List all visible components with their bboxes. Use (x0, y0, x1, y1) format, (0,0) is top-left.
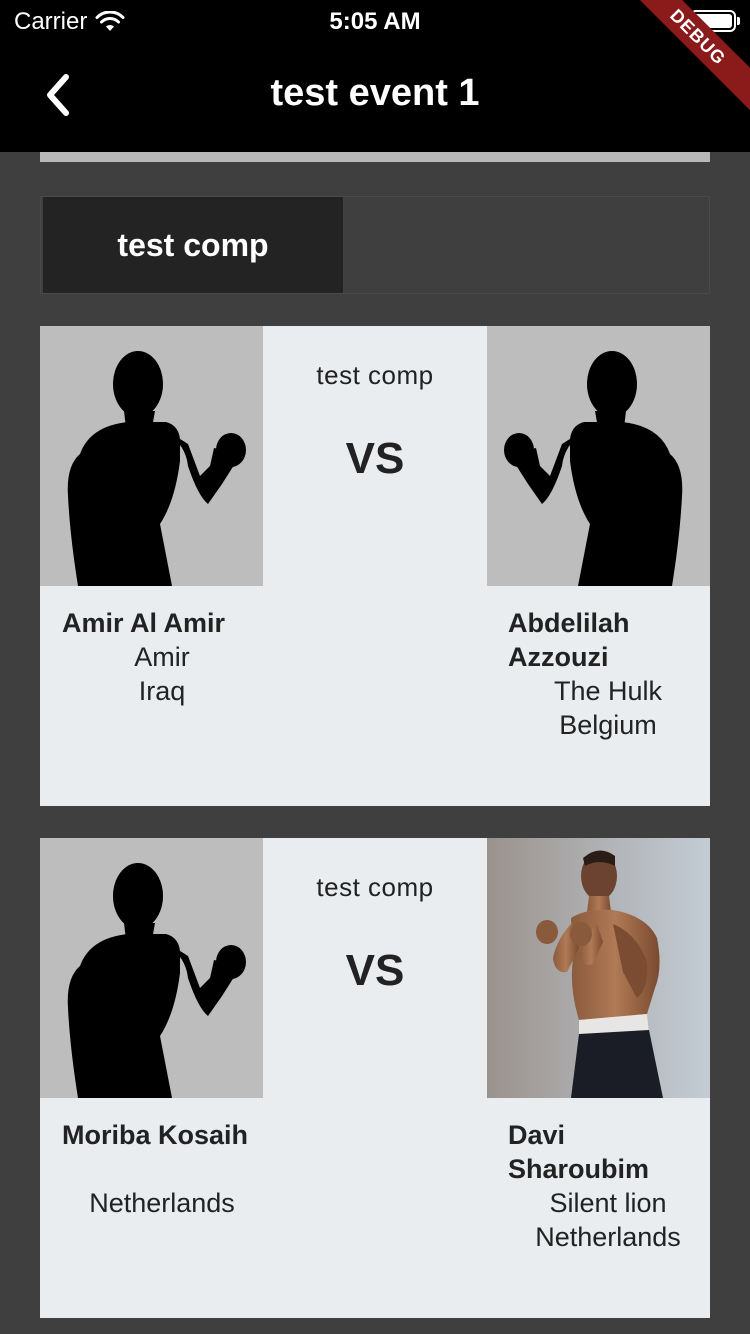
fighter-photo-placeholder (40, 326, 263, 586)
vs-label: VS (345, 946, 405, 995)
fighter-info-right: Abdelilah Azzouzi The Hulk Belgium (508, 606, 708, 742)
fighter-silhouette-icon (67, 351, 246, 586)
scroll-edge-strip (40, 152, 710, 162)
fighter-info-right: Davi Sharoubim Silent lion Netherlands (508, 1118, 708, 1254)
vs-label: VS (345, 434, 405, 483)
match-competition-label: test comp (316, 360, 434, 390)
fighter-photo-image (487, 838, 710, 1098)
competition-tab-bar: test comp (40, 196, 710, 294)
fighter-country: Belgium (559, 710, 657, 740)
fighter-nickname: Silent lion (549, 1188, 667, 1218)
app-bar: test event 1 (0, 40, 750, 152)
match-competition-label: test comp (316, 872, 434, 902)
fighter-name: Davi Sharoubim (508, 1120, 650, 1184)
fighter-nickname: The Hulk (553, 676, 663, 706)
fighter-country: Netherlands (89, 1188, 235, 1218)
fighter-name: Abdelilah Azzouzi (508, 608, 630, 672)
fighter-silhouette-icon (504, 351, 683, 586)
fighter-photo-placeholder (487, 326, 710, 586)
tab-test-comp[interactable]: test comp (43, 197, 343, 293)
status-bar: Carrier 5:05 AM (0, 0, 750, 40)
fighter-country: Netherlands (535, 1222, 681, 1252)
fighter-nickname: Amir (134, 642, 190, 672)
fighter-nickname (62, 1152, 262, 1186)
match-card[interactable]: test comp VS Amir Al Amir Amir Iraq Abde… (40, 326, 710, 806)
match-card[interactable]: test comp VS Moriba Kosaih Netherlands D… (40, 838, 710, 1318)
status-time: 5:05 AM (329, 8, 421, 35)
fighter-country: Iraq (138, 676, 186, 706)
fighter-photo (487, 838, 710, 1098)
fighter-photo-placeholder (40, 838, 263, 1098)
fighter-info-left: Amir Al Amir Amir Iraq (62, 606, 262, 708)
fighter-name: Amir Al Amir (62, 608, 226, 638)
fighter-info-left: Moriba Kosaih Netherlands (62, 1118, 262, 1220)
page-title: test event 1 (270, 72, 480, 114)
fighter-silhouette-icon (67, 863, 246, 1098)
fighter-name: Moriba Kosaih (62, 1120, 249, 1150)
